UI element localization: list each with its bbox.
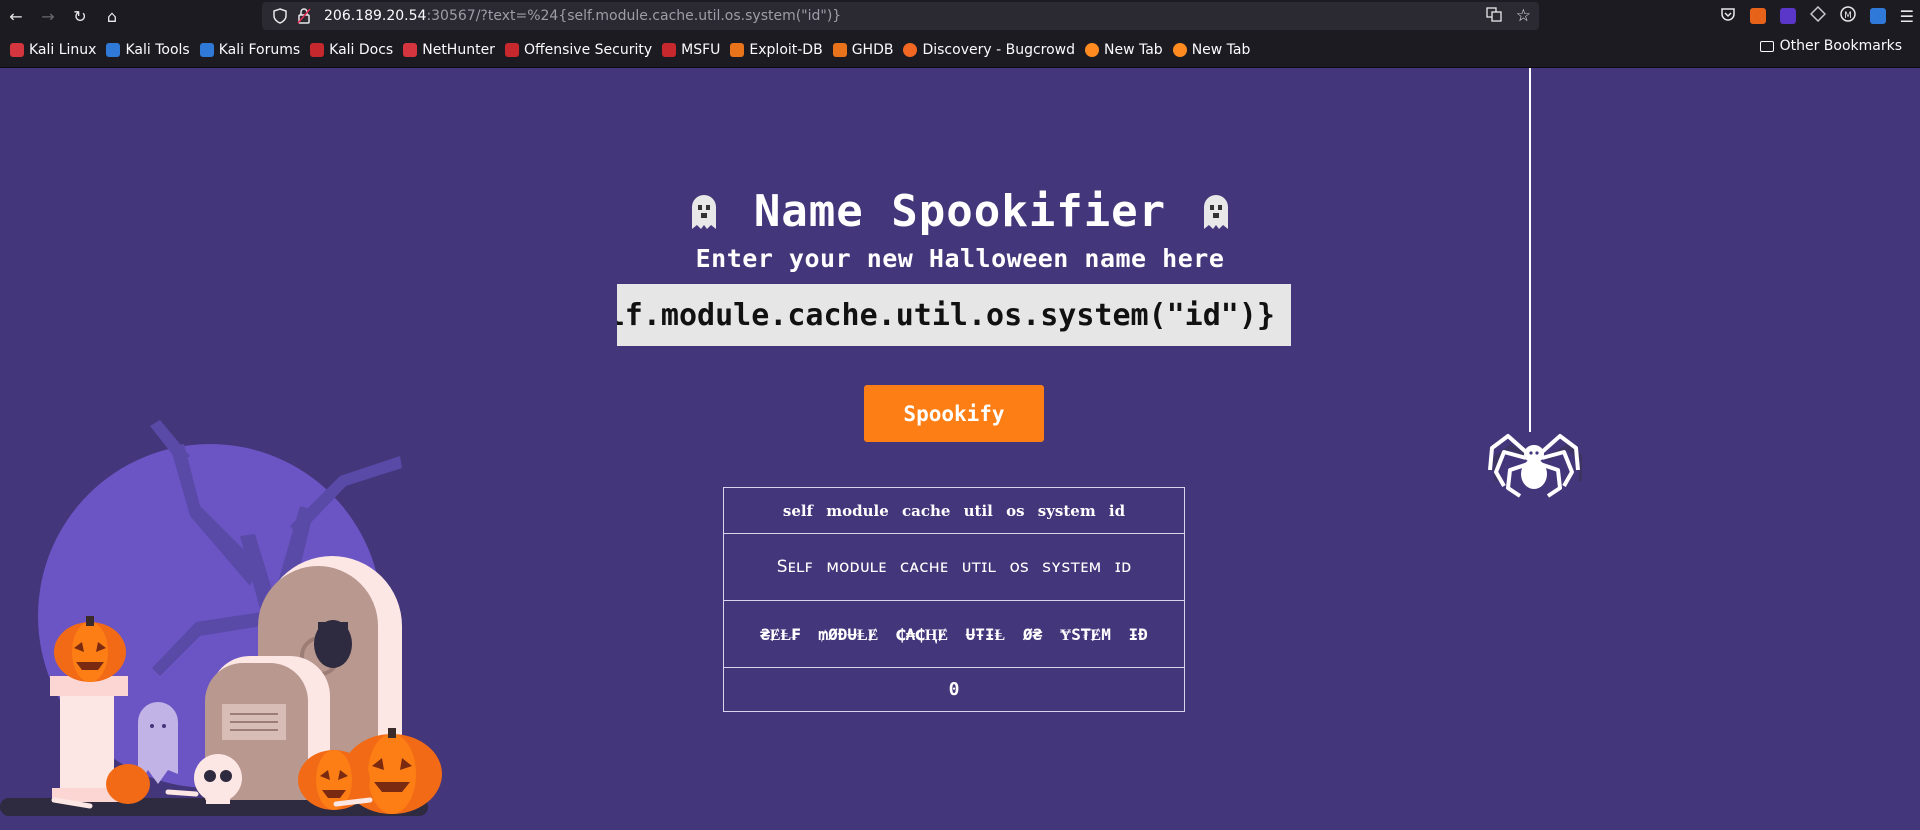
firefox-icon: [1085, 42, 1099, 57]
halloween-graveyard-illustration: [0, 420, 442, 816]
bookmark-msfu[interactable]: MSFU: [658, 38, 724, 62]
table-row: ₴ɆⱠ₣ ₥ØĐɄⱠɆ ₵₳₵ⱧɆ ɄŦƗⱠ Ø₴ ɎS₮ɆM ƗĐ: [723, 600, 1185, 668]
svg-text:M: M: [1844, 11, 1852, 21]
spider-icon: [1488, 434, 1582, 498]
offensive-security-icon: [504, 42, 519, 57]
page-subtitle: Enter your new Halloween name here: [695, 244, 1225, 273]
reload-icon[interactable]: ↻: [64, 0, 96, 32]
ghost-icon: [1204, 194, 1229, 229]
kali-tools-icon: [106, 42, 121, 57]
star-icon[interactable]: ☆: [1516, 6, 1531, 26]
bookmark-kali-linux[interactable]: Kali Linux: [6, 38, 100, 62]
result-cell: 0: [723, 667, 1185, 712]
extension-m-icon[interactable]: M: [1839, 6, 1856, 26]
forward-icon[interactable]: →: [32, 0, 64, 32]
foxyproxy-icon[interactable]: [1749, 8, 1766, 24]
table-row: Sᴇʟꜰ ᴍᴏᴅᴜʟᴇ ᴄᴀᴄʜᴇ ᴜᴛɪʟ ᴏꜱ ꜱʏꜱᴛᴇᴍ ɪᴅ: [723, 533, 1185, 601]
msfu-icon: [662, 42, 677, 57]
kali-forums-icon: [199, 42, 214, 57]
bookmark-kali-docs[interactable]: Kali Docs: [306, 38, 397, 62]
bookmark-offensive-security[interactable]: Offensive Security: [501, 38, 656, 62]
bugcrowd-icon: [903, 42, 918, 57]
kali-linux-icon: [10, 42, 24, 57]
result-cell: ₴ɆⱠ₣ ₥ØĐɄⱠɆ ₵₳₵ⱧɆ ɄŦƗⱠ Ø₴ ɎS₮ɆM ƗĐ: [723, 600, 1185, 668]
shield-icon[interactable]: [268, 2, 292, 30]
bookmark-new-tab-2[interactable]: New Tab: [1169, 38, 1255, 62]
bookmarks-bar: Kali Linux Kali Tools Kali Forums Kali D…: [0, 32, 1920, 68]
bookmark-nethunter[interactable]: NetHunter: [399, 38, 499, 62]
spider-thread: [1529, 68, 1531, 432]
bookmark-kali-tools[interactable]: Kali Tools: [102, 38, 193, 62]
table-row: 0: [723, 667, 1185, 712]
name-input[interactable]: ${self.module.cache.util.os.system("id")…: [617, 284, 1291, 346]
insecure-lock-icon[interactable]: [292, 2, 316, 30]
result-cell: self module cache util os system id: [723, 487, 1185, 534]
results-table: self module cache util os system id Sᴇʟꜰ…: [723, 487, 1185, 712]
bookmark-bugcrowd[interactable]: Discovery - Bugcrowd: [899, 38, 1079, 62]
bookmark-kali-forums[interactable]: Kali Forums: [196, 38, 304, 62]
translate-extension-icon[interactable]: [1869, 8, 1886, 24]
firefox-icon: [1172, 42, 1187, 57]
bookmark-exploit-db[interactable]: Exploit-DB: [726, 38, 826, 62]
page-content: Name Spookifier Enter your new Halloween…: [0, 68, 1920, 830]
extension-purple-icon[interactable]: [1779, 8, 1796, 24]
translate-icon[interactable]: [1486, 6, 1502, 26]
ghost-icon: [691, 194, 716, 229]
title-row: Name Spookifier: [0, 186, 1920, 237]
extension-diamond-icon[interactable]: [1809, 5, 1826, 26]
folder-icon: [1759, 40, 1774, 52]
bookmark-ghdb[interactable]: GHDB: [829, 38, 898, 62]
nethunter-icon: [403, 42, 418, 57]
page-title: Name Spookifier: [753, 186, 1167, 237]
bookmark-new-tab-1[interactable]: New Tab: [1081, 38, 1167, 62]
spookify-button[interactable]: Spookify: [864, 385, 1044, 442]
pocket-icon[interactable]: [1720, 6, 1736, 26]
result-cell: Sᴇʟꜰ ᴍᴏᴅᴜʟᴇ ᴄᴀᴄʜᴇ ᴜᴛɪʟ ᴏꜱ ꜱʏꜱᴛᴇᴍ ɪᴅ: [723, 533, 1185, 601]
other-bookmarks[interactable]: Other Bookmarks: [1759, 38, 1902, 54]
kali-docs-icon: [310, 42, 325, 57]
home-icon[interactable]: ⌂: [96, 0, 128, 32]
url-text[interactable]: 206.189.20.54:30567/?text=%24{self.modul…: [324, 8, 841, 24]
exploit-db-icon: [730, 42, 745, 57]
browser-toolbar: ← → ↻ ⌂ 206.189.20.54:30567/?text=%24{se…: [0, 0, 1920, 32]
back-icon[interactable]: ←: [0, 0, 32, 32]
ghdb-icon: [832, 42, 847, 57]
table-row: self module cache util os system id: [723, 487, 1185, 534]
url-bar[interactable]: 206.189.20.54:30567/?text=%24{self.modul…: [262, 2, 1539, 30]
menu-icon[interactable]: ☰: [1900, 7, 1914, 26]
